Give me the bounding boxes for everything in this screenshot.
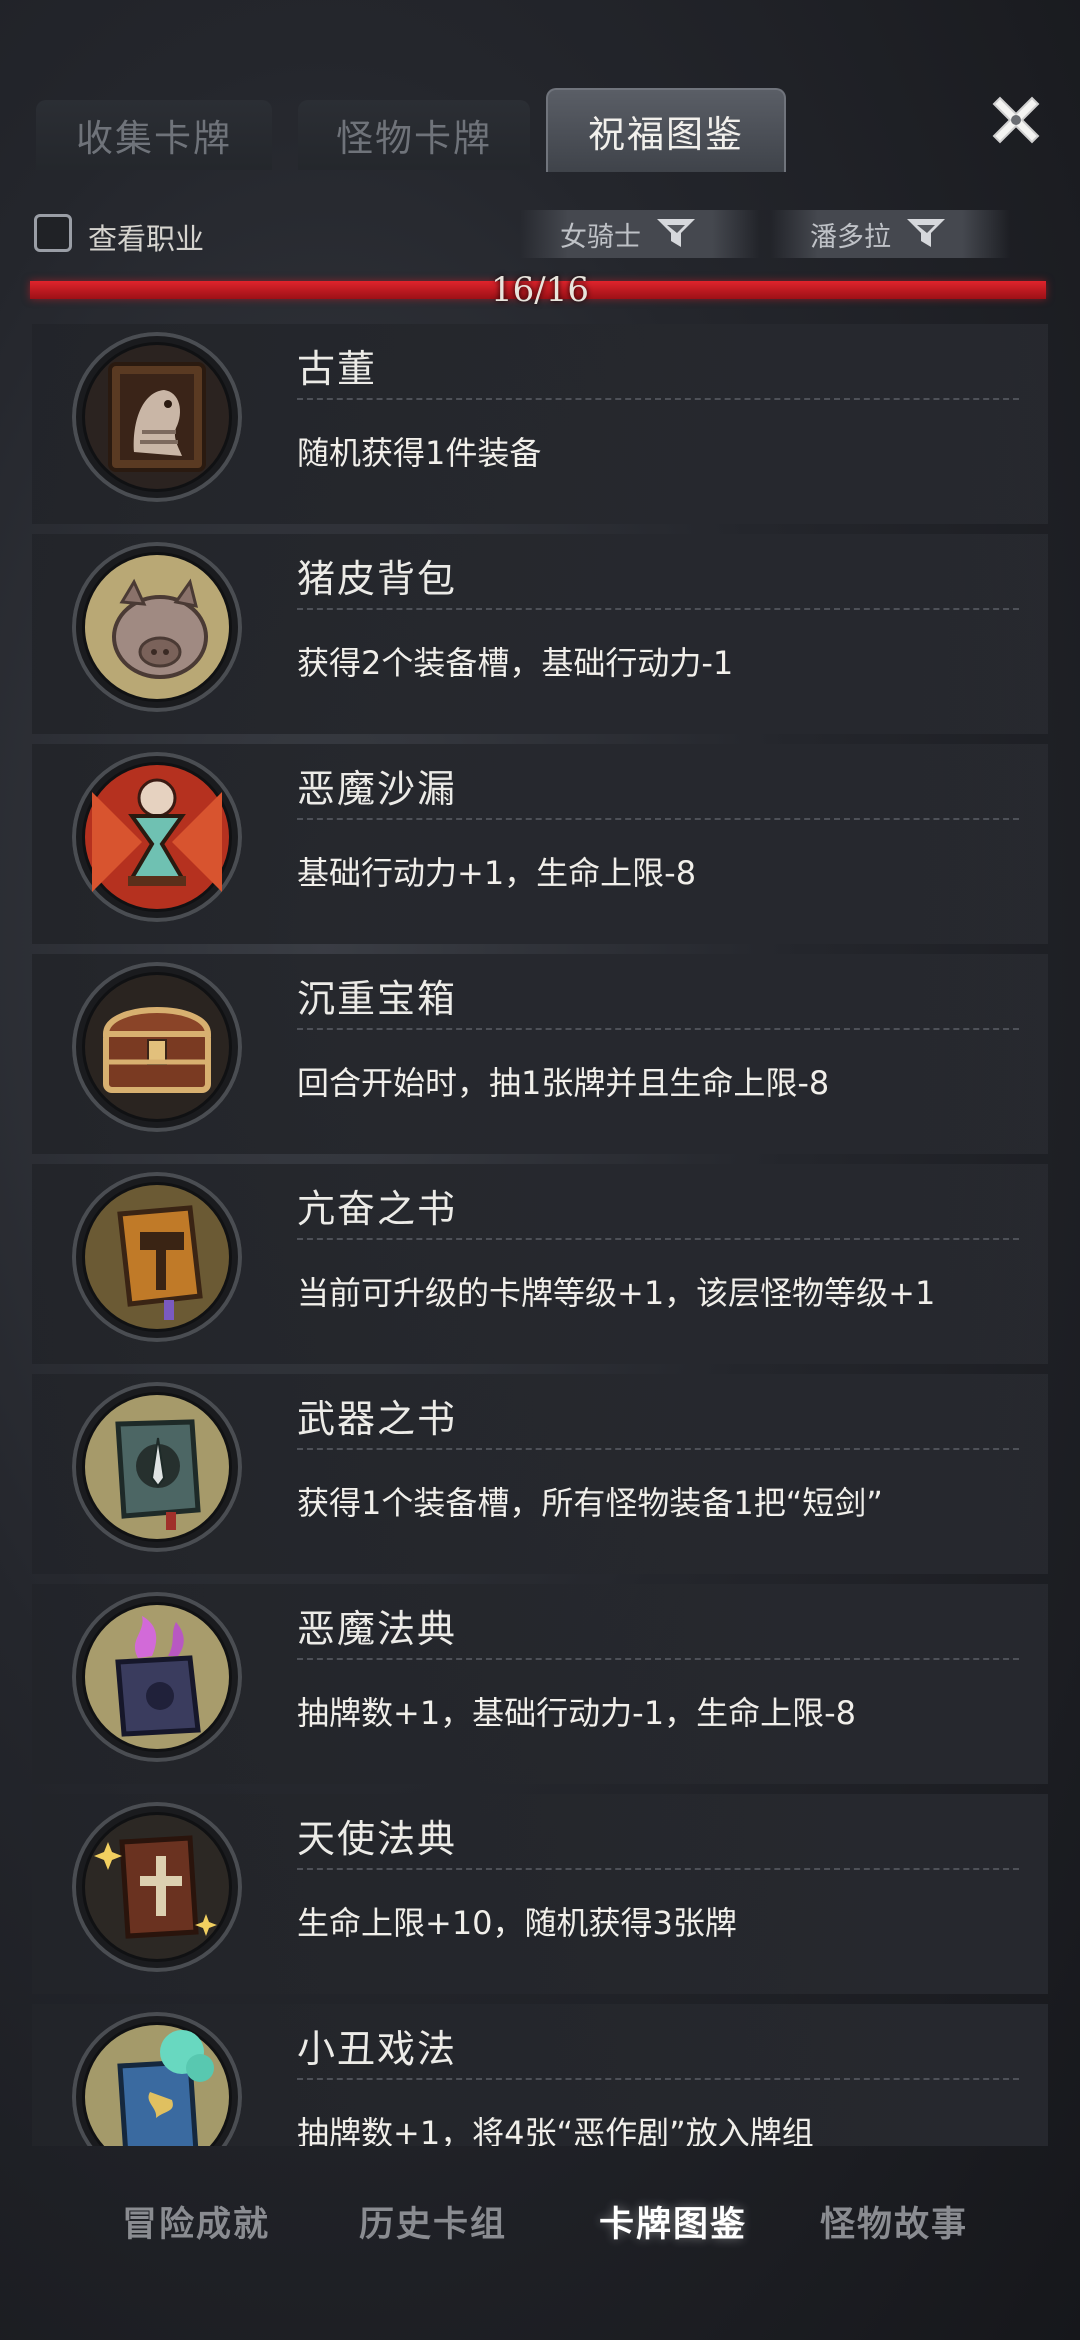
item-title: 天使法典 <box>297 1817 458 1861</box>
nav-card-codex[interactable]: 卡牌图鉴 <box>563 2196 783 2247</box>
item-title: 亢奋之书 <box>297 1187 458 1231</box>
item-description: 基础行动力+1，生命上限-8 <box>297 854 697 892</box>
funnel-icon <box>907 219 945 247</box>
list-item[interactable]: 猪皮背包 获得2个装备槽，基础行动力-1 <box>32 534 1048 734</box>
item-divider <box>297 1868 1019 1870</box>
item-description: 抽牌数+1，基础行动力-1，生命上限-8 <box>297 1694 856 1732</box>
item-description: 获得1个装备槽，所有怪物装备1把“短剑” <box>297 1484 883 1522</box>
class-chip-knight[interactable]: 女骑士 <box>520 210 760 258</box>
item-divider <box>297 398 1019 400</box>
nav-adventure-achievements[interactable]: 冒险成就 <box>86 2196 306 2247</box>
item-description: 获得2个装备槽，基础行动力-1 <box>297 644 734 682</box>
chip-label: 潘多拉 <box>810 221 891 253</box>
item-title: 恶魔沙漏 <box>297 767 458 811</box>
list-item[interactable]: 武器之书 获得1个装备槽，所有怪物装备1把“短剑” <box>32 1374 1048 1574</box>
jester-book-icon <box>72 2012 242 2146</box>
close-icon <box>992 96 1040 144</box>
item-title: 古董 <box>297 347 378 391</box>
item-description: 回合开始时，抽1张牌并且生命上限-8 <box>297 1064 830 1102</box>
blessing-list[interactable]: 古董 随机获得1件装备 猪皮背包 获得2个装备槽，基础行动力-1 恶魔沙漏 基础… <box>32 324 1048 2146</box>
tab-blessing-codex[interactable]: 祝福图鉴 <box>546 88 786 172</box>
item-description: 随机获得1件装备 <box>297 434 542 472</box>
item-title: 小丑戏法 <box>297 2027 458 2071</box>
angel-tome-icon <box>72 1802 242 1972</box>
list-item[interactable]: 天使法典 生命上限+10，随机获得3张牌 <box>32 1794 1048 1994</box>
class-chip-pandora[interactable]: 潘多拉 <box>770 210 1010 258</box>
nav-history-decks[interactable]: 历史卡组 <box>323 2196 543 2247</box>
heavy-chest-icon <box>72 962 242 1132</box>
funnel-icon <box>657 219 695 247</box>
list-item[interactable]: 小丑戏法 抽牌数+1，将4张“恶作剧”放入牌组 <box>32 2004 1048 2146</box>
item-divider <box>297 1238 1019 1240</box>
chip-label: 女骑士 <box>560 221 641 253</box>
item-description: 抽牌数+1，将4张“恶作剧”放入牌组 <box>297 2114 814 2146</box>
item-description: 当前可升级的卡牌等级+1，该层怪物等级+1 <box>297 1274 936 1312</box>
list-item[interactable]: 古董 随机获得1件装备 <box>32 324 1048 524</box>
bottom-nav: 冒险成就 历史卡组 卡牌图鉴 怪物故事 <box>0 2150 1080 2340</box>
tab-monster-cards[interactable]: 怪物卡牌 <box>298 100 530 170</box>
list-item[interactable]: 恶魔沙漏 基础行动力+1，生命上限-8 <box>32 744 1048 944</box>
list-item[interactable]: 亢奋之书 当前可升级的卡牌等级+1，该层怪物等级+1 <box>32 1164 1048 1364</box>
hammer-book-icon <box>72 1172 242 1342</box>
antique-portrait-icon <box>72 332 242 502</box>
tab-collect-cards[interactable]: 收集卡牌 <box>36 100 272 170</box>
item-divider <box>297 1658 1019 1660</box>
progress-text: 16/16 <box>491 270 589 310</box>
list-item[interactable]: 沉重宝箱 回合开始时，抽1张牌并且生命上限-8 <box>32 954 1048 1154</box>
item-divider <box>297 818 1019 820</box>
item-divider <box>297 608 1019 610</box>
pigskin-backpack-icon <box>72 542 242 712</box>
item-divider <box>297 1448 1019 1450</box>
list-item[interactable]: 恶魔法典 抽牌数+1，基础行动力-1，生命上限-8 <box>32 1584 1048 1784</box>
item-title: 沉重宝箱 <box>297 977 458 1021</box>
view-class-label: 查看职业 <box>88 222 205 256</box>
nav-monster-stories[interactable]: 怪物故事 <box>784 2196 1004 2247</box>
sword-book-icon <box>72 1382 242 1552</box>
filter-row: 查看职业 女骑士 潘多拉 <box>0 210 1080 270</box>
demon-hourglass-icon <box>72 752 242 922</box>
item-divider <box>297 1028 1019 1030</box>
item-title: 恶魔法典 <box>297 1607 458 1651</box>
item-divider <box>297 2078 1019 2080</box>
demon-tome-icon <box>72 1592 242 1762</box>
item-title: 猪皮背包 <box>297 557 458 601</box>
view-class-checkbox[interactable] <box>34 214 72 252</box>
item-title: 武器之书 <box>297 1397 458 1441</box>
tab-bar: 收集卡牌 怪物卡牌 祝福图鉴 <box>0 0 1080 172</box>
item-description: 生命上限+10，随机获得3张牌 <box>297 1904 737 1942</box>
close-button[interactable] <box>986 90 1046 150</box>
